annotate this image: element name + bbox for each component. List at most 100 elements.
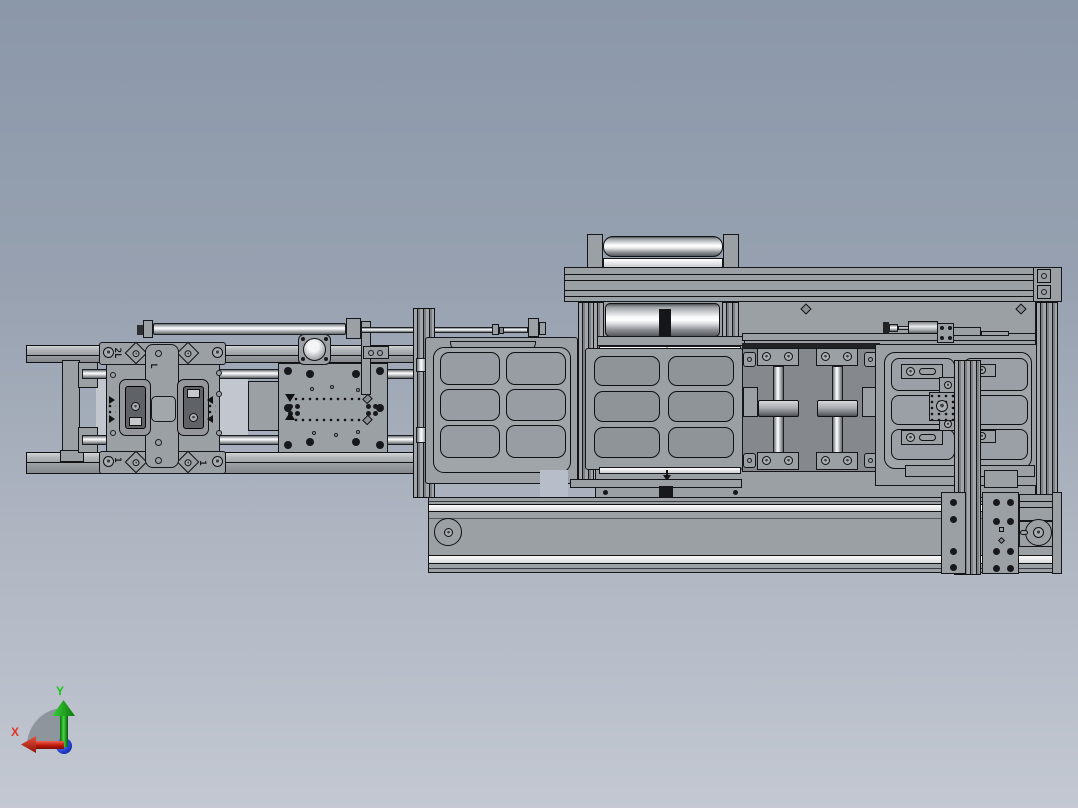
tray-pocket: [668, 356, 734, 386]
plate-screw: [352, 370, 360, 378]
idler-bracket-top: [1019, 494, 1055, 521]
carrier-screw: [993, 518, 1000, 525]
tray-pocket: [440, 352, 500, 385]
tray-pocket: [506, 389, 566, 421]
tray-pocket: [594, 391, 660, 422]
rod-clamp: [492, 324, 499, 335]
carrier-screw: [950, 499, 957, 506]
edge-screw: [216, 391, 222, 397]
block-screw: [843, 456, 852, 465]
flange-screw: [324, 337, 328, 341]
plate-screw: [306, 438, 314, 446]
pin-dot: [373, 404, 378, 409]
roller-post-left: [587, 234, 603, 269]
extrusion-nut-profile: [1037, 285, 1051, 299]
clip-hole: [747, 357, 752, 362]
tray-pocket: [668, 391, 734, 422]
mount-dot: [948, 326, 952, 330]
coupler-bore: [936, 400, 948, 412]
pin-dot: [373, 411, 378, 416]
cylinder-collar: [758, 400, 799, 417]
carrier-screw: [1007, 518, 1014, 525]
stray-hole: [356, 388, 360, 392]
mount-dot: [940, 336, 944, 340]
carrier-screw: [950, 516, 957, 523]
rail-end-bar: [1052, 492, 1062, 574]
boss-screw: [183, 348, 193, 359]
side-mark-dots: [108, 403, 116, 415]
mount-clip: [743, 453, 756, 468]
stray-hole: [356, 430, 360, 434]
plate-screw: [284, 441, 292, 449]
edge-screw: [110, 372, 116, 378]
bracket-screw: [906, 433, 915, 442]
belt-highlight-bottom: [599, 467, 741, 474]
pin-hole-row: [294, 417, 372, 424]
datum-triangle: [285, 394, 295, 402]
side-mark-triangle: [207, 415, 213, 423]
roller-belt-slot: [659, 309, 671, 337]
x-axis-label: X: [11, 725, 20, 739]
gap-panel: [540, 470, 568, 498]
pulley-hub: [1033, 527, 1044, 538]
right-vertical-extrusion[interactable]: [1036, 302, 1058, 500]
pin-dot: [295, 404, 300, 409]
strap-hole: [155, 439, 162, 446]
cylinder-collar: [817, 400, 858, 417]
mount-dot: [948, 336, 952, 340]
rod-end-cap: [143, 320, 153, 338]
carrier-screw: [993, 499, 1000, 506]
stray-hole: [312, 431, 316, 435]
rod-end-fitting-cap: [539, 322, 546, 335]
pocket-tab: [129, 417, 142, 426]
bracket-hole: [368, 350, 374, 356]
engraved-mark-1: 1: [112, 457, 122, 463]
pin-dot: [295, 411, 300, 416]
boss-screw: [131, 457, 141, 468]
strap-cutout: [151, 396, 176, 422]
datum-triangle: [285, 412, 295, 420]
rod-coupling: [346, 318, 361, 339]
engraved-mark-1: 1: [197, 460, 207, 466]
y-axis-label: Y: [56, 684, 65, 698]
pin-dot: [288, 404, 293, 409]
slide-plate: [953, 327, 981, 336]
piston-rod-main[interactable]: [153, 323, 346, 335]
mount-dot: [940, 326, 944, 330]
block-screw: [821, 456, 830, 465]
carrier-screw: [993, 565, 1000, 572]
rod-bracket-base: [363, 346, 389, 359]
carrier-screw: [1007, 548, 1014, 555]
block-screw: [843, 352, 852, 361]
carrier-screw: [993, 548, 1000, 555]
x-axis-shaft: [34, 741, 64, 749]
tray-pocket: [440, 425, 500, 458]
pocket-tab: [187, 389, 200, 398]
bracket-hole: [377, 350, 383, 356]
plate-screw: [284, 367, 292, 375]
block-screw: [784, 456, 793, 465]
pin-dot: [366, 404, 371, 409]
idler-slot: [1020, 530, 1028, 535]
tray-pocket: [440, 389, 500, 421]
stray-hole: [310, 387, 314, 391]
plate-screw: [306, 370, 314, 378]
conveyor-support-bar: [597, 336, 745, 346]
nut-bore: [1041, 273, 1047, 279]
boss-screw: [183, 457, 193, 468]
cad-viewport[interactable]: 2L 1 1 L Y X: [0, 0, 1078, 808]
mini-cylinder-body[interactable]: [908, 321, 938, 334]
strap-hole: [155, 350, 162, 357]
edge-screw: [110, 430, 116, 436]
engraved-mark-l: L: [148, 363, 158, 369]
backplate-side-block: [743, 387, 758, 417]
stray-hole: [330, 385, 334, 389]
upper-roller[interactable]: [603, 236, 723, 257]
block-screw: [821, 352, 830, 361]
carriage-screw: [212, 456, 223, 467]
carrier-screw: [1007, 499, 1014, 506]
strap-hole: [155, 457, 162, 464]
gantry-beam[interactable]: [564, 267, 1034, 302]
recess-block: [248, 381, 280, 431]
flange-screw: [301, 337, 305, 341]
